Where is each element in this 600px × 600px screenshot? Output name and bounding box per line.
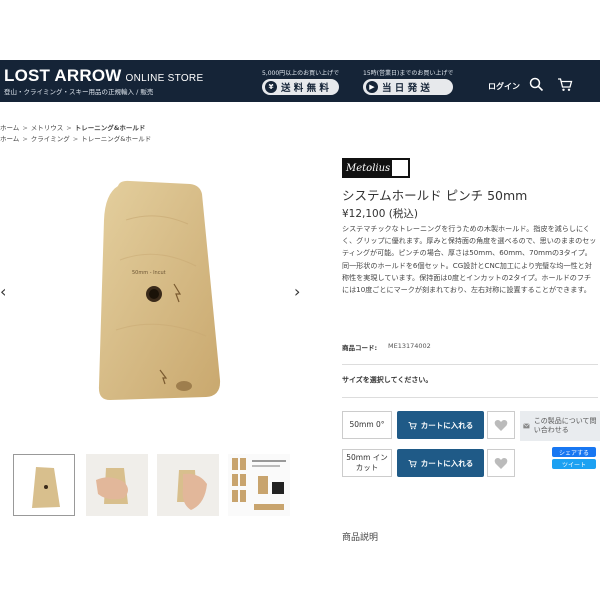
- thumbnail-product-set-image: [228, 454, 290, 516]
- thumbnail-hand-image: [157, 454, 219, 516]
- size-option-50mm-0deg: 50mm 0°: [342, 411, 392, 439]
- same-day-promo[interactable]: 15時(営業日)までのお買い上げで ▶ 当 日 発 送: [363, 68, 454, 95]
- product-price: ¥12,100 (税込): [342, 208, 418, 220]
- add-to-cart-label: カートに入れる: [420, 420, 474, 430]
- thumbnail-2[interactable]: [86, 454, 148, 516]
- twitter-tweet-button[interactable]: ツイート: [552, 459, 596, 469]
- favorite-button[interactable]: [487, 449, 515, 477]
- same-day-label: 当 日 発 送: [382, 83, 430, 94]
- free-shipping-badge: ¥ 送 料 無 料: [262, 79, 340, 95]
- heart-icon: [494, 457, 508, 469]
- product-code-value: ME13174002: [388, 342, 431, 350]
- thumbnail-hold-image: [32, 467, 60, 508]
- cart-icon: [408, 459, 417, 467]
- facebook-share-button[interactable]: シェアする: [552, 447, 596, 457]
- hold-engraving-text: 50mm - Incut: [132, 270, 166, 276]
- mail-icon: [523, 423, 530, 429]
- truck-icon: ▶: [366, 81, 378, 93]
- divider: [342, 397, 598, 398]
- product-title: システムホールド ピンチ 50mm: [342, 188, 528, 203]
- product-description-heading: 商品説明: [342, 533, 379, 543]
- thumbnail-4[interactable]: [228, 454, 290, 516]
- free-shipping-label: 送 料 無 料: [281, 83, 329, 94]
- size-select-prompt: サイズを選択してください。: [342, 376, 433, 384]
- breadcrumb-home[interactable]: ホーム: [0, 124, 19, 132]
- breadcrumb-training-current: トレーニング&ホールド: [74, 124, 146, 132]
- heart-icon: [494, 419, 508, 431]
- breadcrumb-brand: ホーム > メトリウス > トレーニング&ホールド: [0, 124, 146, 132]
- free-shipping-note: 5,000円以上のお買い上げで: [262, 70, 340, 77]
- breadcrumb-metolius[interactable]: メトリウス: [31, 124, 64, 132]
- breadcrumb-training[interactable]: トレーニング&ホールド: [81, 135, 151, 143]
- add-to-cart-label: カートに入れる: [420, 458, 474, 468]
- site-tagline: 登山・クライミング・スキー用品の正規輸入 / 販売: [4, 88, 154, 96]
- breadcrumb-home[interactable]: ホーム: [0, 135, 19, 143]
- thumbnail-hand-image: [86, 454, 148, 516]
- product-description: システマチックなトレーニングを行うための木製ホールド。指皮を減らしにくく、グリッ…: [342, 224, 597, 295]
- next-image-arrow[interactable]: ›: [294, 282, 300, 301]
- thumbnail-3[interactable]: [157, 454, 219, 516]
- product-main-image[interactable]: 50mm - Incut: [96, 180, 222, 402]
- breadcrumb-climbing[interactable]: クライミング: [31, 135, 70, 143]
- site-logo[interactable]: LOST ARROW ONLINE STORE: [4, 66, 203, 86]
- yen-icon: ¥: [265, 81, 277, 93]
- breadcrumb-category: ホーム > クライミング > トレーニング&ホールド: [0, 135, 152, 143]
- product-inquiry-button[interactable]: この製品について問い合わせる: [520, 411, 600, 441]
- favorite-button[interactable]: [487, 411, 515, 439]
- add-to-cart-button[interactable]: カートに入れる: [397, 411, 484, 439]
- product-code-label: 商品コード:: [342, 344, 378, 352]
- thumbnail-1[interactable]: [13, 454, 75, 516]
- cart-icon: [408, 421, 417, 429]
- brand-mark-icon: [392, 160, 408, 176]
- inquiry-label: この製品について問い合わせる: [533, 417, 597, 434]
- same-day-note: 15時(営業日)までのお買い上げで: [363, 70, 454, 77]
- brand-name: Metolius: [346, 162, 391, 174]
- login-link[interactable]: ログイン: [488, 81, 520, 92]
- add-to-cart-button[interactable]: カートに入れる: [397, 449, 484, 477]
- logo-text: LOST ARROW: [4, 66, 122, 85]
- free-shipping-promo[interactable]: 5,000円以上のお買い上げで ¥ 送 料 無 料: [262, 68, 340, 95]
- size-option-50mm-incut: 50mm インカット: [342, 449, 392, 477]
- prev-image-arrow[interactable]: ‹: [0, 282, 6, 301]
- search-icon[interactable]: [529, 77, 544, 92]
- same-day-badge: ▶ 当 日 発 送: [363, 79, 454, 95]
- divider: [342, 364, 598, 365]
- logo-subtext: ONLINE STORE: [125, 73, 204, 84]
- site-header: LOST ARROW ONLINE STORE 登山・クライミング・スキー用品の正…: [0, 60, 600, 102]
- brand-logo-metolius[interactable]: Metolius: [342, 158, 410, 178]
- cart-icon[interactable]: [557, 77, 573, 92]
